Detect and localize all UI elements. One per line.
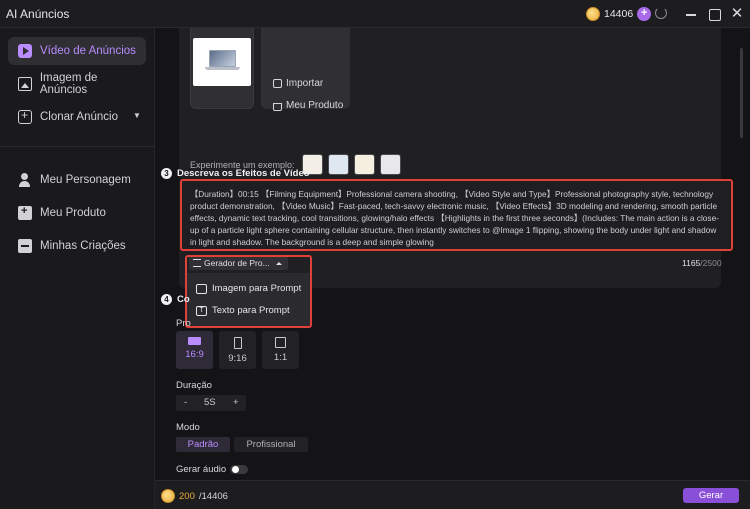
sidebar-divider bbox=[0, 146, 155, 147]
laptop-image bbox=[193, 38, 251, 86]
sidebar-item-label: Meu Produto bbox=[40, 207, 106, 219]
refresh-icon[interactable] bbox=[655, 7, 667, 19]
sidebar-item-clone-ad[interactable]: Clonar Anúncio bbox=[8, 103, 146, 131]
example-thumb-2[interactable] bbox=[328, 154, 349, 175]
credits-display: 14406 + bbox=[586, 5, 652, 23]
folder-icon bbox=[18, 239, 32, 253]
sidebar-item-label: Imagem de Anúncios bbox=[39, 72, 98, 96]
square-icon bbox=[275, 337, 286, 348]
duration-plus-button[interactable]: + bbox=[233, 397, 239, 408]
sidebar-item-label: Meu Personagem bbox=[40, 174, 131, 186]
landscape-icon bbox=[188, 337, 201, 345]
coin-icon bbox=[586, 7, 600, 21]
coin-icon bbox=[161, 489, 175, 503]
duration-value: 5S bbox=[204, 397, 216, 408]
image-icon bbox=[18, 77, 32, 91]
scrollbar[interactable] bbox=[740, 48, 743, 138]
audio-toggle[interactable] bbox=[230, 465, 248, 474]
mode-standard-button[interactable]: Padrão bbox=[176, 437, 230, 452]
prompt-text: 【Duration】00:15 【Filming Equipment】Profe… bbox=[190, 189, 719, 247]
ratio-label: Pro bbox=[176, 318, 191, 329]
close-button[interactable]: ✕ bbox=[728, 5, 746, 23]
title-bar: AI Anúncios 14406 + ✕ bbox=[0, 0, 750, 28]
example-thumb-4[interactable] bbox=[380, 154, 401, 175]
credits-value: 14406 bbox=[604, 8, 634, 20]
add-credits-button[interactable]: + bbox=[637, 7, 652, 21]
video-icon bbox=[18, 44, 32, 58]
credits-total: /14406 bbox=[198, 490, 228, 502]
char-counter: 1165/2500 bbox=[682, 258, 722, 268]
sidebar-item-my-product[interactable]: Meu Produto bbox=[8, 199, 146, 227]
duration-label: Duração bbox=[176, 380, 212, 391]
portrait-icon bbox=[233, 337, 242, 349]
sidebar-item-label: Clonar Anúncio bbox=[40, 111, 118, 123]
cost-value: 200 bbox=[179, 490, 195, 502]
step-number: 3 bbox=[161, 168, 172, 179]
import-button[interactable]: Importar bbox=[273, 78, 323, 89]
mode-label: Modo bbox=[176, 422, 200, 433]
sidebar-item-label: Vídeo de Anúncios bbox=[40, 45, 136, 57]
dropdown-highlight bbox=[185, 255, 312, 328]
mode-professional-button[interactable]: Profissional bbox=[234, 437, 308, 452]
clone-icon bbox=[18, 108, 32, 124]
duration-stepper: - 5S + bbox=[176, 395, 246, 411]
bottom-bar: 200/14406 Gerar bbox=[155, 480, 750, 509]
sidebar-item-image-ads[interactable]: Imagem de Anúncios bbox=[8, 70, 146, 98]
app-title: AI Anúncios bbox=[6, 7, 70, 21]
product-thumbnail[interactable] bbox=[190, 28, 254, 109]
ratio-16-9-button[interactable]: 16:9 bbox=[176, 331, 213, 369]
example-thumb-3[interactable] bbox=[354, 154, 375, 175]
audio-label: Gerar áudio bbox=[176, 464, 227, 475]
upload-card: Importar Meu Produto Experimente um exem… bbox=[179, 28, 721, 185]
cost-display: 200/14406 bbox=[161, 489, 228, 503]
duration-minus-button[interactable]: - bbox=[184, 397, 187, 408]
sidebar-item-my-character[interactable]: Meu Personagem bbox=[8, 166, 146, 194]
sidebar: Vídeo de Anúncios Imagem de Anúncios ▼ C… bbox=[0, 28, 155, 509]
main-panel: Importar Meu Produto Experimente um exem… bbox=[155, 28, 750, 480]
ratio-1-1-button[interactable]: 1:1 bbox=[262, 331, 299, 369]
person-icon bbox=[18, 173, 32, 187]
ratio-9-16-button[interactable]: 9:16 bbox=[219, 331, 256, 369]
my-product-button[interactable]: Meu Produto bbox=[273, 100, 343, 111]
sidebar-item-my-creations[interactable]: Minhas Criações bbox=[8, 232, 146, 260]
product-icon bbox=[18, 205, 32, 220]
upload-box: Importar Meu Produto bbox=[261, 28, 350, 111]
sidebar-item-video-ads[interactable]: Vídeo de Anúncios bbox=[8, 37, 146, 65]
bag-icon bbox=[273, 102, 282, 111]
image-icon bbox=[273, 79, 282, 88]
maximize-button[interactable] bbox=[705, 5, 723, 23]
step4-title: Co bbox=[177, 294, 190, 305]
sidebar-item-label: Minhas Criações bbox=[40, 240, 126, 252]
prompt-textarea[interactable]: 【Duration】00:15 【Filming Equipment】Profe… bbox=[180, 179, 733, 251]
step4-heading: 4 Co bbox=[161, 294, 190, 305]
generate-button[interactable]: Gerar bbox=[683, 488, 739, 503]
minimize-button[interactable] bbox=[682, 5, 700, 23]
step-number: 4 bbox=[161, 294, 172, 305]
